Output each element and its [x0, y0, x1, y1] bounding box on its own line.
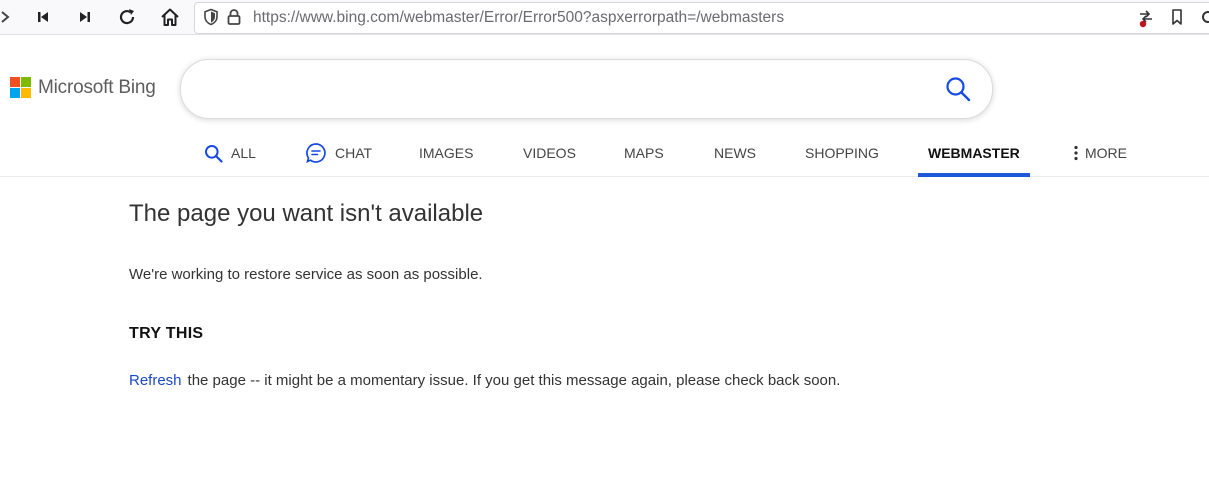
- shield-icon[interactable]: [203, 8, 219, 31]
- tab-label: NEWS: [714, 145, 756, 161]
- bing-logo[interactable]: Microsoft Bing: [10, 77, 156, 99]
- search-icon: [946, 77, 971, 102]
- tab-label: MAPS: [624, 145, 664, 161]
- try-this-heading: TRY THIS: [129, 325, 204, 342]
- chat-icon: [305, 142, 327, 164]
- tab-label: ALL: [231, 145, 256, 161]
- tab-label: CHAT: [335, 145, 373, 161]
- tab-more[interactable]: MORE: [1073, 130, 1127, 176]
- chevron-right-icon[interactable]: [0, 5, 18, 29]
- lock-icon[interactable]: [227, 8, 241, 31]
- tab-label: WEBMASTER: [928, 145, 1020, 161]
- edge-divider-icon: [1201, 8, 1209, 31]
- browser-toolbar: https://www.bing.com/webmaster/Error/Err…: [0, 0, 1209, 35]
- search-box: [180, 59, 993, 119]
- search-button[interactable]: [944, 75, 972, 103]
- translate-icon[interactable]: [1137, 8, 1155, 33]
- page-title: The page you want isn't available: [129, 200, 484, 227]
- try-this-body: the page -- it might be a momentary issu…: [187, 372, 841, 389]
- tab-label: SHOPPING: [805, 145, 879, 161]
- scope-tabs: ALL CHAT IMAGES VIDEOS MAPS NEWS SHOPPIN…: [0, 130, 1209, 177]
- tab-label: IMAGES: [419, 145, 474, 161]
- refresh-link[interactable]: Refresh: [129, 372, 182, 389]
- skip-forward-icon[interactable]: [72, 5, 98, 29]
- tab-shopping[interactable]: SHOPPING: [805, 130, 879, 176]
- search-input[interactable]: [205, 76, 929, 104]
- skip-back-icon[interactable]: [30, 5, 56, 29]
- tab-videos[interactable]: VIDEOS: [523, 130, 576, 176]
- url-text[interactable]: https://www.bing.com/webmaster/Error/Err…: [253, 9, 784, 27]
- search-icon: [204, 144, 223, 163]
- try-this-text: Refresh the page -- it might be a momenta…: [129, 369, 849, 392]
- logo-text: Microsoft Bing: [38, 77, 156, 98]
- tab-images[interactable]: IMAGES: [419, 130, 473, 176]
- tab-chat[interactable]: CHAT: [305, 130, 372, 176]
- error-content: The page you want isn't available We're …: [129, 200, 849, 392]
- microsoft-logo-icon: [10, 77, 32, 99]
- tab-label: VIDEOS: [523, 145, 576, 161]
- address-bar[interactable]: https://www.bing.com/webmaster/Error/Err…: [194, 2, 1209, 34]
- bookmark-icon[interactable]: [1170, 8, 1184, 31]
- tab-label: MORE: [1085, 145, 1127, 161]
- error-message: We're working to restore service as soon…: [129, 266, 483, 283]
- more-vertical-icon: [1073, 145, 1079, 161]
- reload-icon[interactable]: [114, 5, 140, 29]
- tab-news[interactable]: NEWS: [714, 130, 756, 176]
- tab-all[interactable]: ALL: [204, 130, 256, 176]
- home-icon[interactable]: [157, 5, 183, 29]
- tab-maps[interactable]: MAPS: [624, 130, 664, 176]
- tab-webmaster[interactable]: WEBMASTER: [918, 130, 1030, 177]
